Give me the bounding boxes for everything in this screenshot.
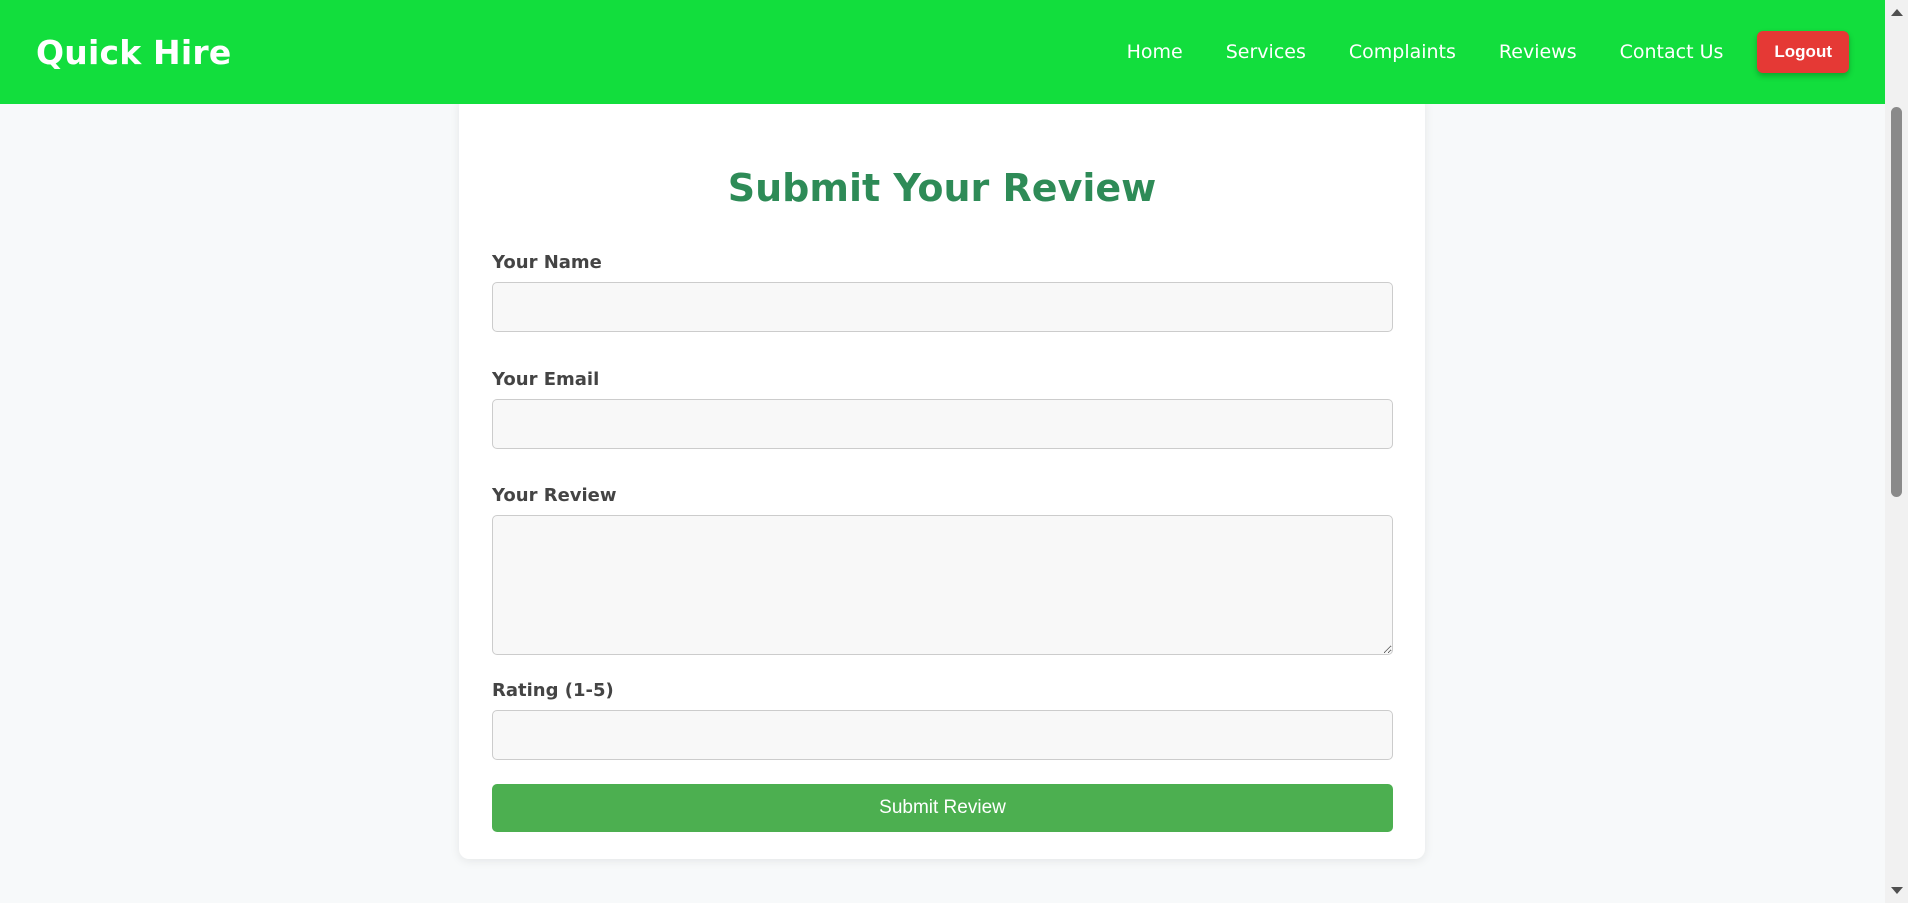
rating-label: Rating (1-5) (492, 680, 614, 701)
page: Quick Hire Home Services Complaints Revi… (0, 0, 1908, 903)
scroll-thumb[interactable] (1891, 107, 1902, 497)
page-title: Submit Your Review (727, 166, 1157, 210)
scroll-down-arrow-icon[interactable] (1891, 887, 1903, 894)
email-input[interactable] (492, 399, 1393, 449)
email-label: Your Email (492, 369, 600, 390)
rating-input[interactable] (492, 710, 1393, 760)
submit-review-button[interactable]: Submit Review (492, 784, 1393, 832)
review-label: Your Review (492, 485, 617, 506)
nav-services-link[interactable]: Services (1226, 41, 1306, 63)
nav-complaints-link[interactable]: Complaints (1349, 41, 1456, 63)
scroll-up-arrow-icon[interactable] (1891, 9, 1903, 16)
nav-home-link[interactable]: Home (1127, 41, 1183, 63)
review-form-card: Submit Your Review Your Name Your Email … (459, 96, 1425, 859)
name-label: Your Name (492, 252, 602, 273)
logout-button[interactable]: Logout (1757, 31, 1849, 73)
review-textarea[interactable] (492, 515, 1393, 655)
navbar: Quick Hire Home Services Complaints Revi… (0, 0, 1885, 104)
vertical-scrollbar[interactable] (1885, 0, 1908, 903)
name-input[interactable] (492, 282, 1393, 332)
nav-reviews-link[interactable]: Reviews (1499, 41, 1577, 63)
nav-contact-link[interactable]: Contact Us (1620, 41, 1724, 63)
brand-logo[interactable]: Quick Hire (36, 33, 231, 72)
nav-links: Home Services Complaints Reviews Contact… (1084, 31, 1849, 73)
